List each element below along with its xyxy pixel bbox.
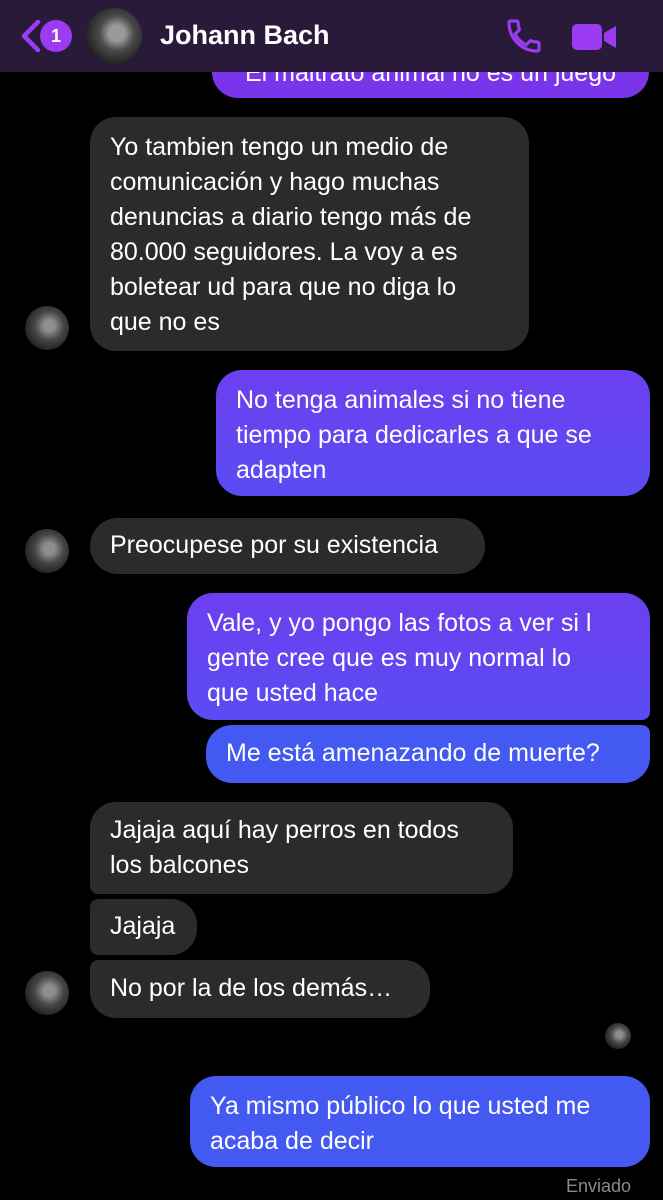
video-camera-icon[interactable] [570, 20, 618, 54]
message-text: denuncias a diario tengo más de [110, 203, 472, 231]
message-text: No por la de los demás… [110, 974, 393, 1002]
message-bubble-outgoing[interactable]: Ya mismo público lo que usted me acaba d… [190, 1076, 650, 1167]
contact-avatar[interactable] [25, 306, 69, 350]
contact-name[interactable]: Johann Bach [160, 20, 330, 51]
contact-avatar[interactable] [25, 529, 69, 573]
message-bubble-incoming[interactable]: Jajaja [90, 899, 197, 955]
message-text: gente cree que es muy normal lo [207, 644, 572, 672]
message-text: Preocupese por su existencia [110, 531, 438, 559]
message-text: 80.000 seguidores. La voy a es [110, 238, 458, 266]
message-text: Jajaja aquí hay perros en todos [110, 816, 459, 844]
message-bubble-outgoing[interactable]: Me está amenazando de muerte? [206, 725, 650, 783]
message-bubble-incoming[interactable]: No por la de los demás… [90, 960, 430, 1018]
message-text: Ya mismo público lo que usted me [210, 1092, 591, 1120]
message-text: boletear ud para que no diga lo [110, 273, 457, 301]
message-text: Jajaja [110, 912, 176, 940]
back-icon[interactable] [18, 18, 42, 54]
message-text: los balcones [110, 851, 249, 879]
message-text: Vale, y yo pongo las fotos a ver si l [207, 609, 592, 637]
message-text: comunicación y hago muchas [110, 168, 440, 196]
message-text: acaba de decir [210, 1127, 375, 1155]
message-text: tiempo para dedicarles a que se [236, 421, 592, 449]
message-text: que usted hace [207, 679, 378, 707]
message-text: adapten [236, 456, 327, 484]
message-text: No tenga animales si no tiene [236, 386, 566, 414]
message-text: Me está amenazando de muerte? [226, 739, 600, 767]
message-bubble-incoming[interactable]: Preocupese por su existencia [90, 518, 485, 574]
delivery-status: Enviado [565, 1176, 631, 1196]
message-bubble-incoming[interactable]: Yo tambien tengo un medio de comunicació… [90, 117, 529, 351]
chat-header: 1 Johann Bach [0, 0, 663, 72]
message-bubble-incoming[interactable]: Jajaja aquí hay perros en todos los balc… [90, 802, 513, 894]
contact-avatar[interactable] [86, 8, 142, 64]
seen-indicator-avatar [605, 1023, 631, 1049]
message-text: Yo tambien tengo un medio de [110, 133, 449, 161]
contact-avatar[interactable] [25, 971, 69, 1015]
message-text: que no es [110, 308, 220, 336]
message-bubble-outgoing[interactable]: Vale, y yo pongo las fotos a ver si l ge… [187, 593, 650, 720]
phone-icon[interactable] [504, 16, 544, 56]
message-bubble-outgoing[interactable]: No tenga animales si no tiene tiempo par… [216, 370, 650, 496]
unread-count-badge[interactable]: 1 [40, 20, 72, 52]
